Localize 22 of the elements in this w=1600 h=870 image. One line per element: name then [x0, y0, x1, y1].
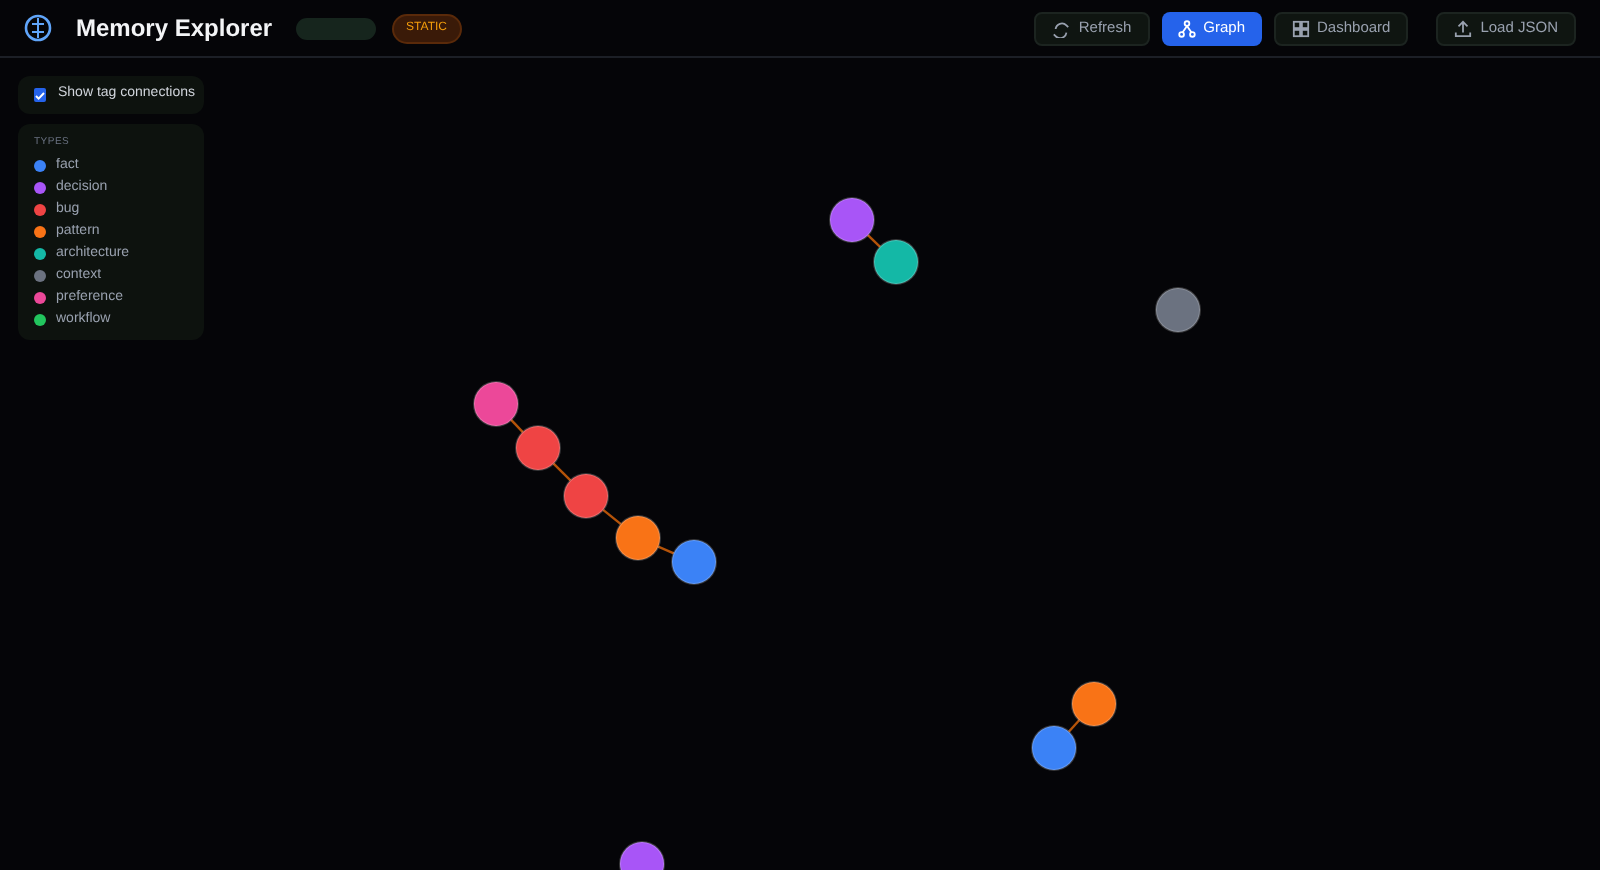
refresh-icon — [1052, 19, 1071, 37]
memory-node[interactable] — [563, 473, 609, 519]
memory-node[interactable] — [1155, 287, 1201, 333]
grid-icon — [1291, 19, 1310, 37]
brain-icon — [24, 14, 52, 42]
memory-node[interactable] — [473, 381, 519, 427]
memory-node[interactable] — [515, 425, 561, 471]
app-title: Memory Explorer — [76, 12, 273, 46]
memory-node[interactable] — [1031, 725, 1077, 771]
memory-node[interactable] — [671, 539, 717, 585]
network-icon — [1177, 19, 1196, 37]
status-pill — [296, 17, 377, 39]
memory-node[interactable] — [1071, 681, 1117, 727]
graph-link — [552, 462, 572, 482]
graph-link — [602, 508, 622, 526]
checkbox[interactable] — [34, 88, 46, 102]
upload-icon — [1454, 19, 1473, 37]
memory-node[interactable] — [615, 515, 661, 561]
memory-node[interactable] — [619, 841, 665, 870]
memory-node[interactable] — [873, 239, 919, 285]
graph-link — [657, 545, 675, 555]
memory-node[interactable] — [829, 197, 875, 243]
